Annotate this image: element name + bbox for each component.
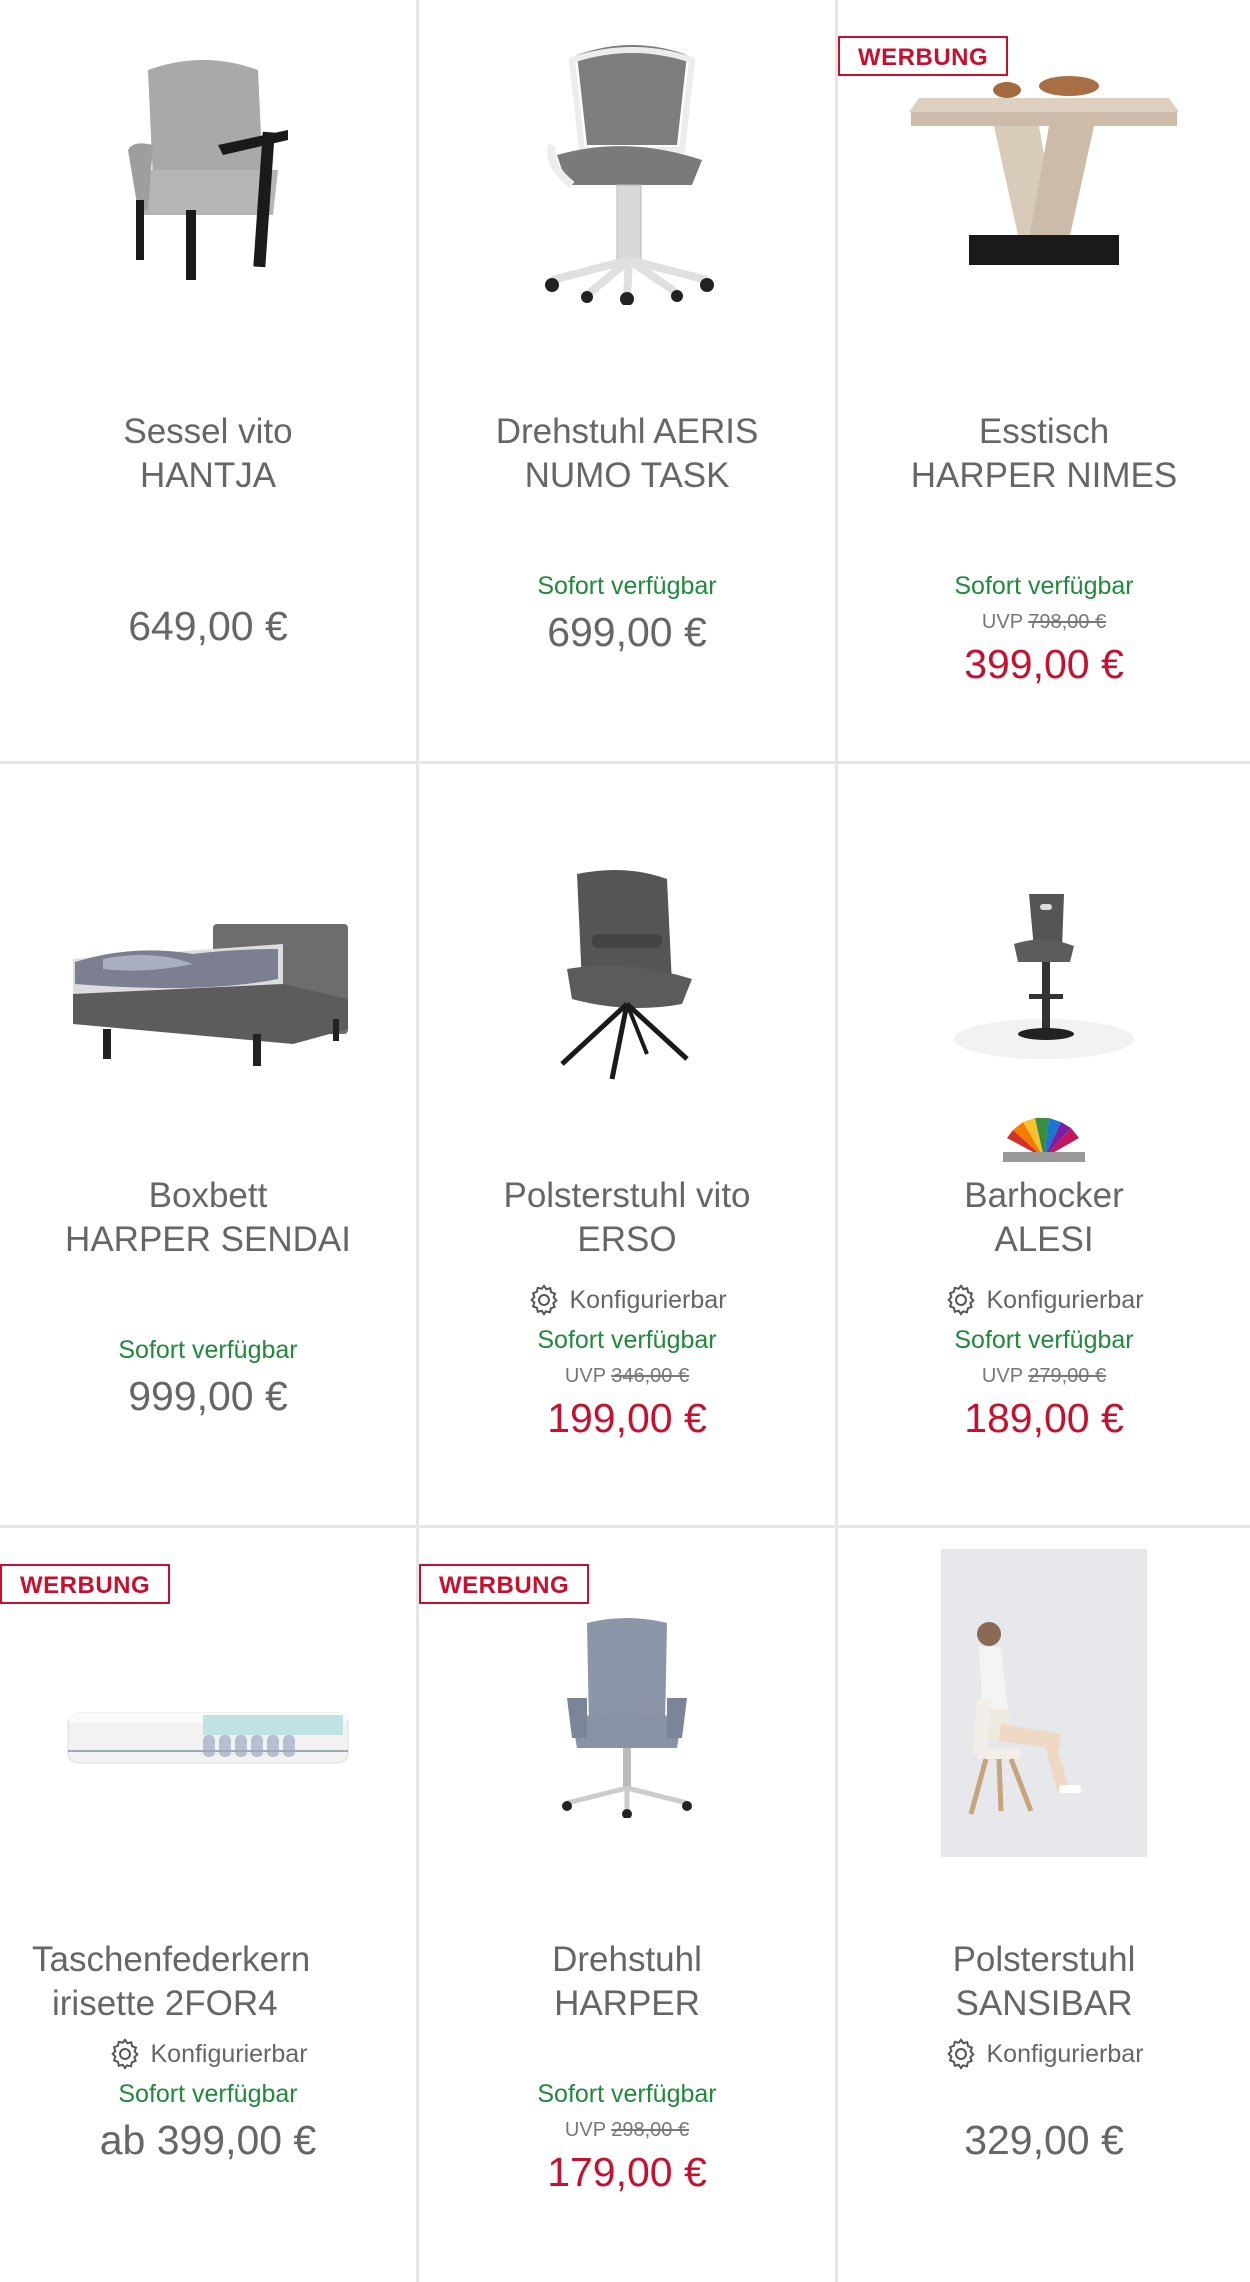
product-card-polsterstuhl-vito-erso[interactable]: Polsterstuhl vito ERSO Konfigurierbar So…: [419, 764, 838, 1528]
product-title[interactable]: Sessel vito HANTJA: [0, 410, 416, 498]
product-card-sessel-vito-hantja[interactable]: Sessel vito HANTJA 649,00 €: [0, 0, 419, 764]
product-price: 999,00 €: [128, 1373, 288, 1419]
armchair-image: [128, 60, 288, 280]
mattress-image: [67, 1712, 349, 1764]
configurable-label: Konfigurierbar: [838, 1280, 1250, 1320]
werbung-badge: WERBUNG: [0, 1564, 171, 1604]
configurable-label: Konfigurierbar: [419, 1280, 835, 1320]
uvp-price: UVP 298,00 €: [564, 2119, 690, 2141]
gear-icon: [111, 2038, 140, 2070]
executive-chair-image: [562, 1618, 692, 1818]
product-image[interactable]: [419, 1578, 835, 1858]
product-image[interactable]: [0, 20, 416, 320]
availability-label: Sofort verfügbar: [537, 2080, 717, 2108]
product-price: 699,00 €: [547, 609, 707, 655]
product-image[interactable]: [0, 844, 416, 1144]
product-title[interactable]: Polsterstuhl SANSIBAR: [838, 1938, 1250, 2026]
product-image[interactable]: [419, 20, 835, 320]
product-price: 329,00 €: [964, 2117, 1124, 2163]
product-title[interactable]: Drehstuhl AERIS NUMO TASK: [419, 410, 835, 498]
product-card-boxbett-harper-sendai[interactable]: Boxbett HARPER SENDAI Sofort verfügbar 9…: [0, 764, 419, 1528]
product-image[interactable]: [838, 1548, 1250, 1858]
product-price: ab 399,00 €: [99, 2117, 317, 2163]
product-title[interactable]: Drehstuhl HARPER: [419, 1938, 835, 2026]
product-image[interactable]: [419, 824, 835, 1124]
product-card-polsterstuhl-sansibar[interactable]: Polsterstuhl SANSIBAR Konfigurierbar 329…: [838, 1528, 1250, 2282]
bar-stool-image: [954, 894, 1134, 1059]
product-card-taschenfederkern-irisette[interactable]: WERBUNG Taschenfederkern irisette 2FOR4: [0, 1528, 419, 2282]
product-card-drehstuhl-harper[interactable]: WERBUNG Drehstuhl HARPER Sofort verfügba…: [419, 1528, 838, 2282]
uvp-price: UVP 798,00 €: [981, 611, 1107, 633]
product-card-barhocker-alesi[interactable]: Barhocker ALESI Konfigurierbar Sofort ve…: [838, 764, 1250, 1528]
availability-label: Sofort verfügbar: [954, 572, 1134, 600]
product-price: 649,00 €: [128, 603, 288, 649]
availability-label: Sofort verfügbar: [537, 1326, 717, 1354]
dining-table-image: [909, 76, 1179, 265]
sale-price: 189,00 €: [964, 1395, 1124, 1441]
color-fan-icon: [838, 1112, 1250, 1166]
configurable-label: Konfigurierbar: [838, 2034, 1250, 2074]
product-card-drehstuhl-aeris[interactable]: Drehstuhl AERIS NUMO TASK Sofort verfügb…: [419, 0, 838, 764]
gear-icon: [947, 2038, 976, 2070]
availability-label: Sofort verfügbar: [537, 572, 717, 600]
availability-label: Sofort verfügbar: [118, 1336, 298, 1364]
sale-price: 199,00 €: [547, 1395, 707, 1441]
product-title[interactable]: Barhocker ALESI: [838, 1174, 1250, 1262]
uvp-price: UVP 346,00 €: [564, 1365, 690, 1387]
office-chair-image: [545, 45, 714, 305]
availability-label: Sofort verfügbar: [954, 1326, 1134, 1354]
product-title[interactable]: Esstisch HARPER NIMES: [838, 410, 1250, 498]
upholstered-chair-image: [560, 870, 692, 1080]
product-image[interactable]: [838, 0, 1250, 300]
product-image[interactable]: [838, 824, 1250, 1124]
product-title[interactable]: Polsterstuhl vito ERSO: [419, 1174, 835, 1262]
product-title[interactable]: Boxbett HARPER SENDAI: [0, 1174, 416, 1262]
sale-price: 399,00 €: [964, 641, 1124, 687]
availability-label: Sofort verfügbar: [118, 2080, 298, 2108]
product-card-esstisch-harper-nimes[interactable]: WERBUNG Esstisch HARPER NIMES Sofort ver…: [838, 0, 1250, 764]
product-grid: Sessel vito HANTJA 649,00 € Drehstuhl AE…: [0, 0, 1250, 2282]
product-image[interactable]: [0, 1618, 416, 1858]
woman-on-chair-image: [941, 1549, 1147, 1857]
gear-icon: [530, 1284, 559, 1316]
boxspring-bed-image: [73, 924, 348, 1066]
uvp-price: UVP 279,00 €: [981, 1365, 1107, 1387]
configurable-label: Konfigurierbar: [0, 2034, 416, 2074]
product-title[interactable]: Taschenfederkern irisette 2FOR4: [32, 1938, 416, 2026]
sale-price: 179,00 €: [547, 2149, 707, 2195]
gear-icon: [947, 1284, 976, 1316]
